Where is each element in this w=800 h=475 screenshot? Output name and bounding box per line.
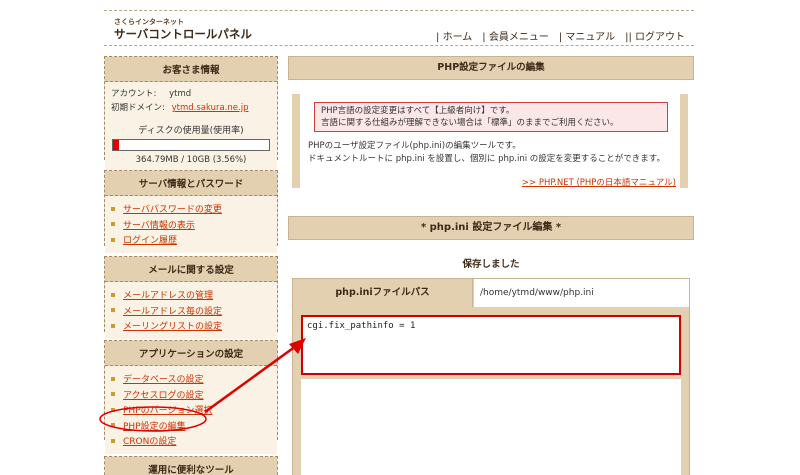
- sidebar-link[interactable]: アクセスログの設定: [123, 388, 204, 401]
- sidebar-item-server-password[interactable]: サーバパスワードの変更: [111, 201, 271, 217]
- sidebar-link[interactable]: PHPのバージョン選択: [123, 403, 212, 416]
- sidebar-link[interactable]: CRONの設定: [123, 434, 176, 447]
- sidebar-item-login-history[interactable]: ログイン履歴: [111, 232, 271, 248]
- sidebar-item-mail-each[interactable]: メールアドレス毎の設定: [111, 303, 271, 319]
- warning-line-1: PHP言語の設定変更はすべて【上級者向け】です。: [321, 106, 515, 116]
- file-path-value: /home/ytmd/www/php.ini: [474, 279, 689, 307]
- sidebar-item-php-version[interactable]: PHPのバージョン選択: [111, 402, 271, 418]
- intro-panel: PHP言語の設定変更はすべて【上級者向け】です。 言語に関する仕組みが理解できな…: [292, 94, 688, 188]
- sidebar-link[interactable]: メールアドレス毎の設定: [123, 304, 222, 317]
- disk-usage-label: ディスクの使用量(使用率): [138, 126, 244, 136]
- bullet-icon: [111, 376, 115, 381]
- sidebar-item-mail-address[interactable]: メールアドレスの管理: [111, 287, 271, 303]
- php-manual-link[interactable]: >> PHP.NET (PHPの日本語マニュアル): [522, 176, 676, 188]
- php-ini-editor[interactable]: cgi.fix_pathinfo = 1: [301, 315, 681, 375]
- account-label: アカウント:: [111, 89, 157, 99]
- sidebar-item-mailing-list[interactable]: メーリングリストの設定: [111, 318, 271, 334]
- app-settings-title: アプリケーションの設定: [105, 341, 277, 366]
- mail-settings-title: メールに関する設定: [105, 257, 277, 282]
- bullet-icon: [111, 308, 115, 313]
- logo-title: サーバコントロールパネル: [114, 27, 252, 41]
- warning-line-2: 言語に関する仕組みが理解できない場合は「標準」のままでご利用ください。: [321, 118, 619, 128]
- disk-usage-bar: [112, 139, 270, 151]
- file-path-label: php.iniファイルパス: [293, 279, 473, 307]
- customer-info-title: お客さま情報: [105, 57, 277, 82]
- domain-link[interactable]: ytmd.sakura.ne.jp: [172, 103, 249, 113]
- bullet-icon: [111, 438, 115, 443]
- sidebar-link[interactable]: サーバ情報の表示: [123, 218, 195, 231]
- sidebar-item-server-info[interactable]: サーバ情報の表示: [111, 217, 271, 233]
- description: PHPのユーザ設定ファイル(php.ini)の編集ツールです。 ドキュメントルー…: [308, 140, 665, 165]
- sidebar-item-php-settings[interactable]: PHP設定の編集: [111, 418, 271, 434]
- sidebar-item-cron[interactable]: CRONの設定: [111, 433, 271, 449]
- sidebar-link[interactable]: ログイン履歴: [123, 233, 177, 246]
- bullet-icon: [111, 237, 115, 242]
- editor-lower-area: [301, 379, 681, 475]
- tools-title: 運用に便利なツール: [105, 457, 277, 475]
- account-value: ytmd: [169, 89, 192, 99]
- warning-box: PHP言語の設定変更はすべて【上級者向け】です。 言語に関する仕組みが理解できな…: [314, 102, 668, 132]
- mail-settings-box: メールに関する設定 メールアドレスの管理 メールアドレス毎の設定 メーリングリス…: [104, 256, 278, 339]
- nav-manual-link[interactable]: | マニュアル: [554, 28, 620, 43]
- bullet-icon: [111, 423, 115, 428]
- server-info-title: サーバ情報とパスワード: [105, 171, 277, 196]
- header: さくらインターネット サーバコントロールパネル | ホーム | 会員メニュー |…: [104, 10, 694, 46]
- sidebar-link[interactable]: サーバパスワードの変更: [123, 202, 222, 215]
- bullet-icon: [111, 323, 115, 328]
- bullet-icon: [111, 392, 115, 397]
- disk-usage-fill: [113, 140, 119, 150]
- nav-member-menu-link[interactable]: | 会員メニュー: [477, 28, 554, 43]
- top-nav: | ホーム | 会員メニュー | マニュアル || ログアウト: [431, 28, 690, 43]
- domain-row: 初期ドメイン: ytmd.sakura.ne.jp: [111, 101, 271, 115]
- disk-usage-value: 364.79MB / 10GB (3.56%): [135, 155, 247, 165]
- nav-home-link[interactable]: | ホーム: [431, 28, 477, 43]
- page-title: PHP設定ファイルの編集: [288, 56, 694, 80]
- account-row: アカウント: ytmd: [111, 87, 271, 101]
- sidebar-link[interactable]: メールアドレスの管理: [123, 288, 213, 301]
- sidebar-item-access-log[interactable]: アクセスログの設定: [111, 387, 271, 403]
- bullet-icon: [111, 407, 115, 412]
- saved-message: 保存しました: [462, 259, 520, 270]
- tools-box: 運用に便利なツール: [104, 456, 278, 475]
- sidebar-link[interactable]: PHP設定の編集: [123, 419, 186, 432]
- customer-info-box: お客さま情報 アカウント: ytmd 初期ドメイン: ytmd.sakura.n…: [104, 56, 278, 170]
- bullet-icon: [111, 206, 115, 211]
- nav-logout-link[interactable]: || ログアウト: [620, 28, 690, 43]
- sidebar-link[interactable]: メーリングリストの設定: [123, 319, 222, 332]
- bullet-icon: [111, 222, 115, 227]
- section-title: * php.ini 設定ファイル編集 *: [288, 216, 694, 240]
- sidebar-item-database[interactable]: データベースの設定: [111, 371, 271, 387]
- server-info-box: サーバ情報とパスワード サーバパスワードの変更 サーバ情報の表示 ログイン履歴: [104, 170, 278, 253]
- php-ini-edit-area: php.iniファイルパス /home/ytmd/www/php.ini cgi…: [292, 278, 690, 475]
- description-line-2: ドキュメントルートに php.ini を設置し、個別に php.ini の設定を…: [308, 153, 665, 164]
- description-line-1: PHPのユーザ設定ファイル(php.ini)の編集ツールです。: [308, 141, 521, 151]
- bullet-icon: [111, 292, 115, 297]
- domain-label: 初期ドメイン:: [111, 103, 165, 113]
- app-settings-box: アプリケーションの設定 データベースの設定 アクセスログの設定 PHPのバージョ…: [104, 340, 278, 454]
- sidebar-link[interactable]: データベースの設定: [123, 372, 204, 385]
